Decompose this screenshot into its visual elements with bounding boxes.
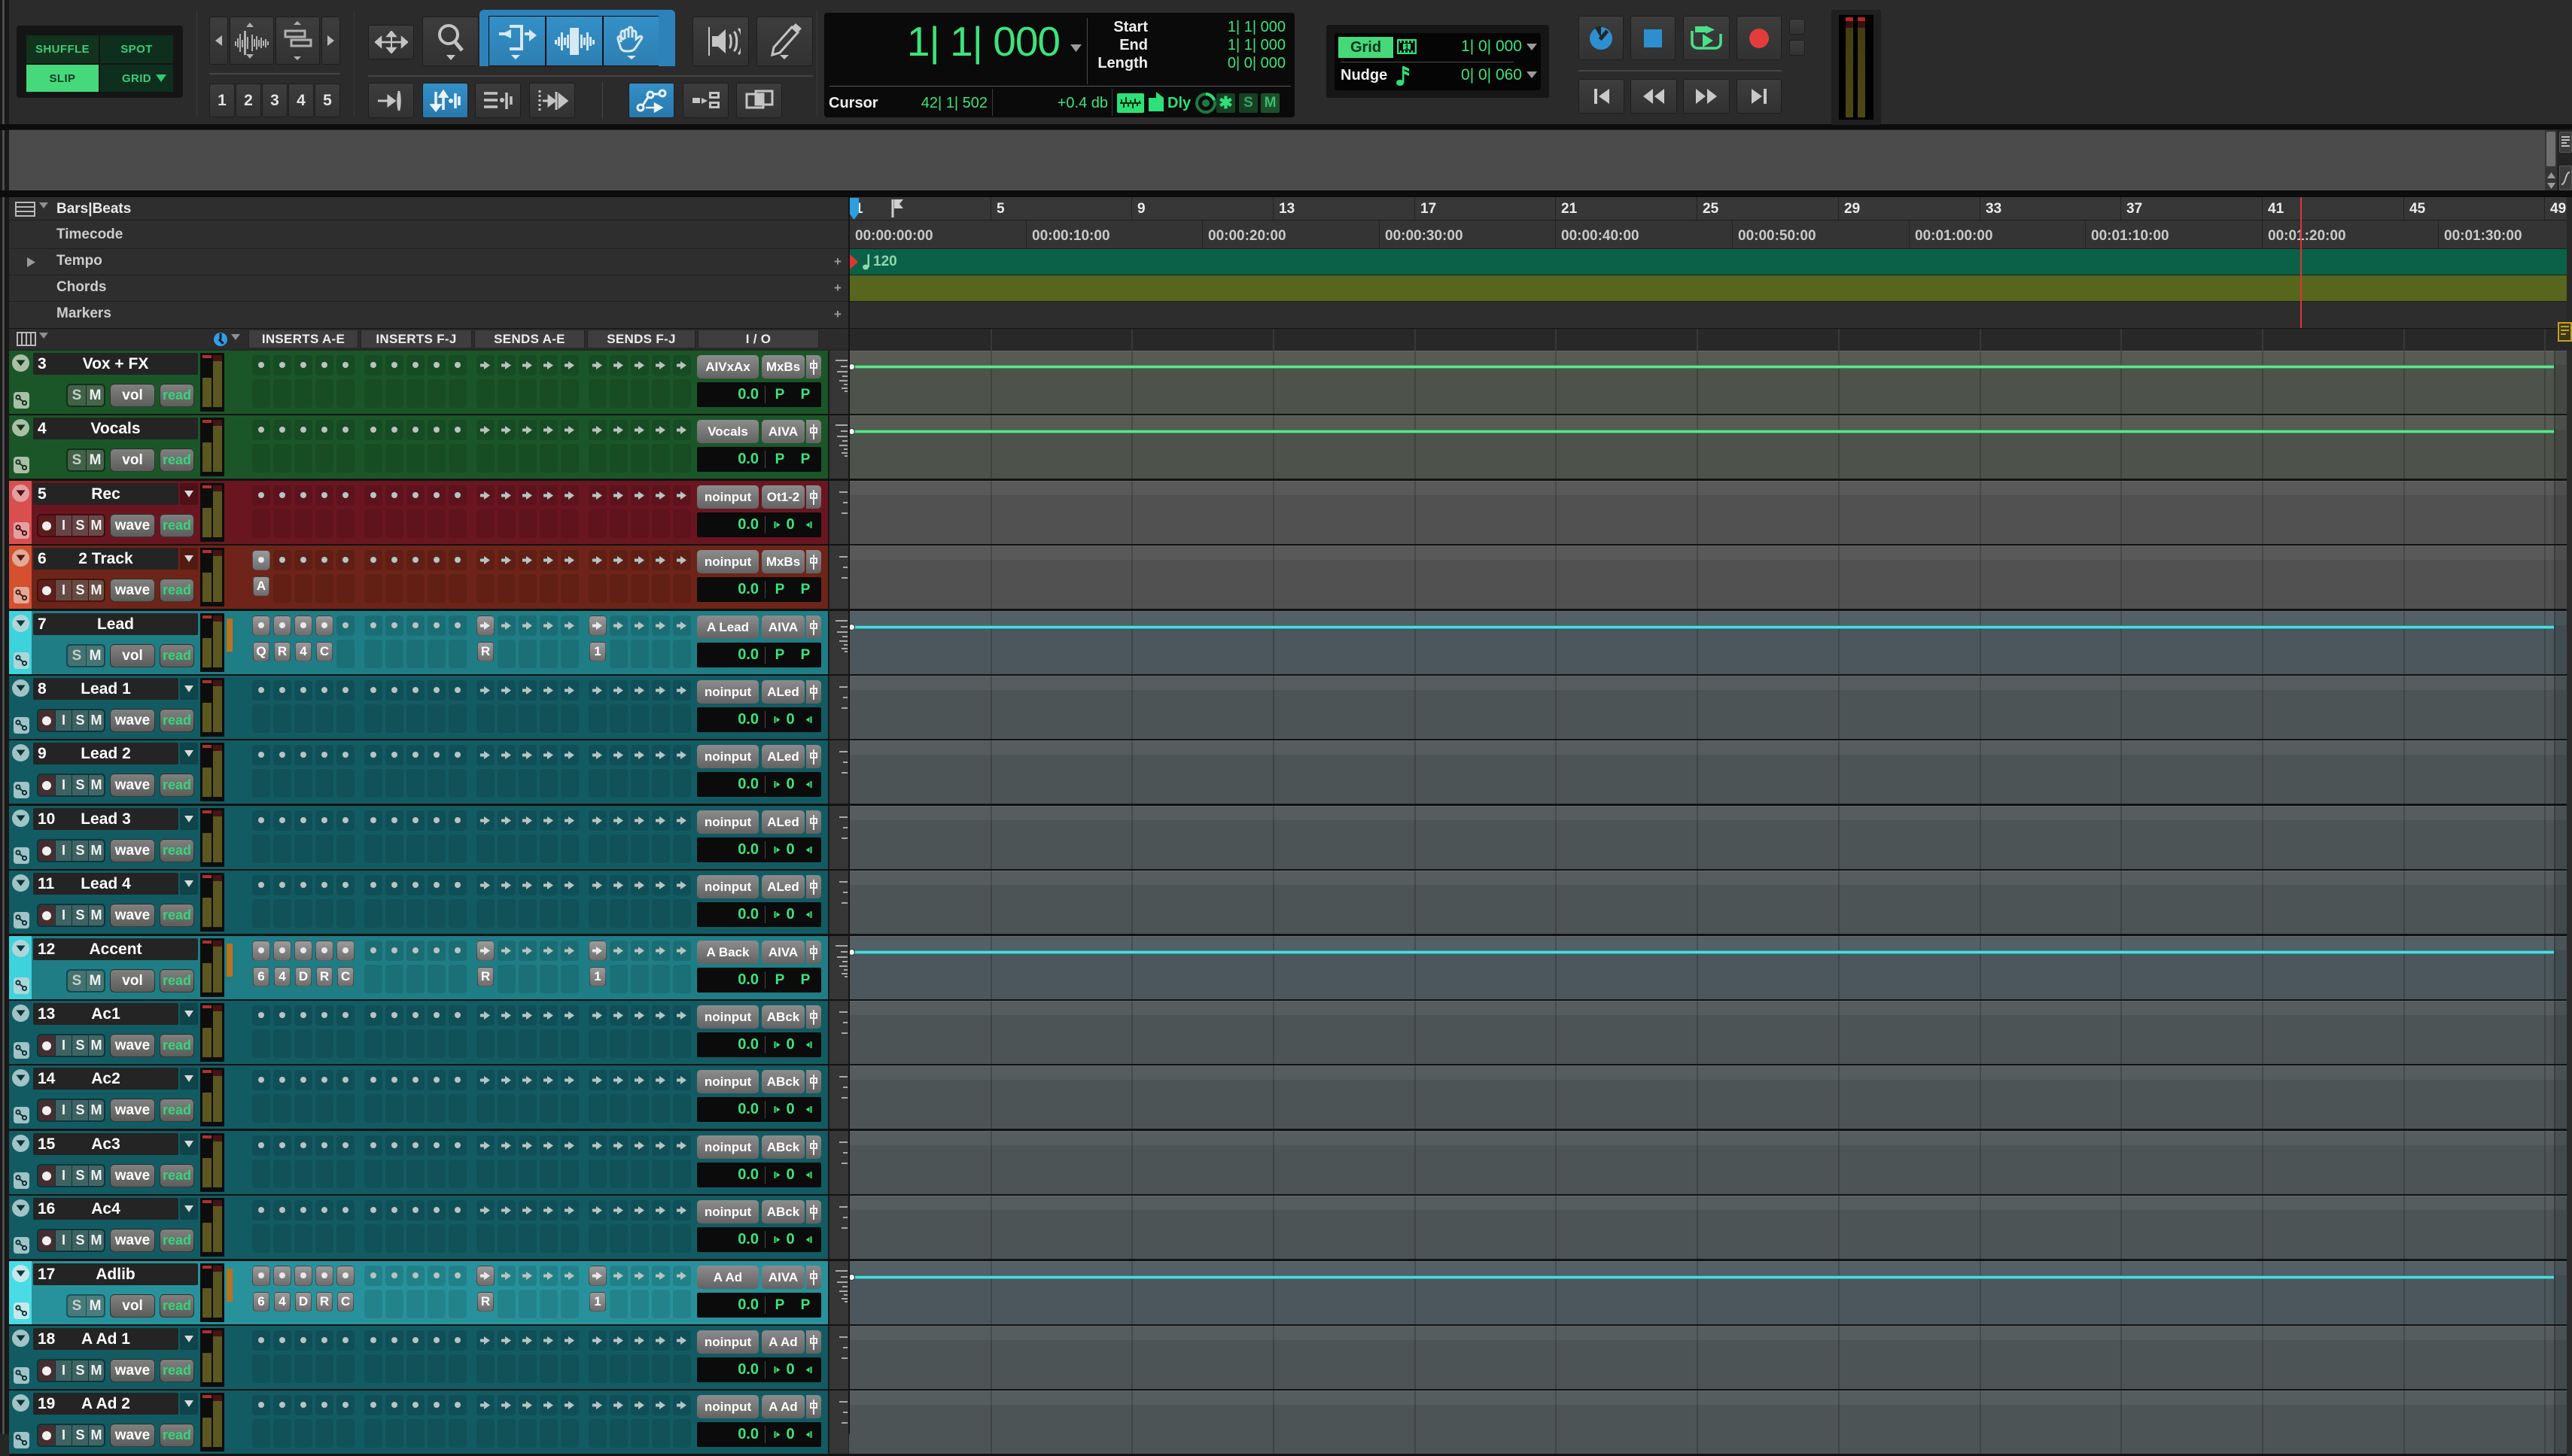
svg-text:1: 1 xyxy=(1405,44,1408,51)
